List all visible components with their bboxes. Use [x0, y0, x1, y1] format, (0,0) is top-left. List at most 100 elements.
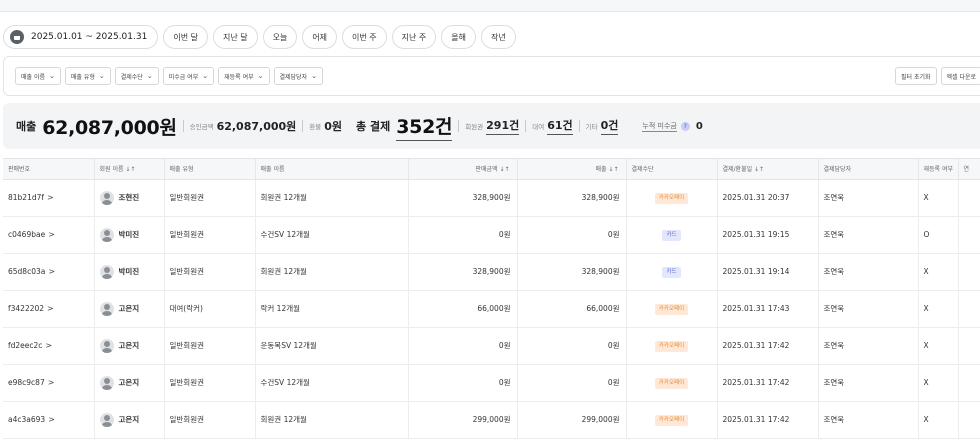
excel-download-button[interactable]: 엑셀 다운로 — [940, 67, 980, 85]
filter-unpaid-dropdown[interactable]: 미수금 여부 ⌄ — [162, 67, 215, 85]
sales-name-cell: 회원권 12개월 — [255, 253, 409, 291]
table-row[interactable]: a4c3a693 > 고은지 일반회원권 회원권 12개월 299,000원 29… — [3, 401, 980, 439]
sale-id-link[interactable]: f3422202 > — [8, 304, 54, 313]
table-row[interactable]: c0469bae > 박미진 일반회원권 수건SV 12개월 0원 0원 카드 2… — [3, 216, 980, 254]
membership-count[interactable]: 291건 — [486, 117, 520, 135]
table-row[interactable]: 65d8c03a > 박미진 일반회원권 회원권 12개월 328,900원 32… — [3, 253, 980, 291]
member-name: 고은지 — [118, 415, 140, 424]
sale-id-cell[interactable]: a4c3a693 > — [3, 401, 95, 439]
chevron-down-icon: ⌄ — [98, 72, 105, 80]
approved-label: 승인금액 — [189, 123, 214, 131]
quick-today-button[interactable]: 오늘 — [262, 25, 298, 49]
quick-last-week-button[interactable]: 지난 주 — [391, 25, 437, 49]
accumulated-unpaid-label[interactable]: 누적 미수금 — [642, 121, 677, 132]
sale-id-cell[interactable]: e98c9c87 > — [3, 364, 95, 402]
filter-sales-name-dropdown[interactable]: 매출 이름 ⌄ — [15, 67, 61, 85]
payment-method-cell: 카카오페이 — [626, 401, 718, 439]
table-row[interactable]: 81b21d7f > 조현진 일반회원권 회원권 12개월 328,900원 32… — [3, 179, 980, 217]
quick-last-month-button[interactable]: 지난 달 — [212, 25, 258, 49]
payment-date-cell: 2025.01.31 17:43 — [717, 290, 819, 328]
chevron-down-icon: ⌄ — [49, 72, 55, 80]
other-count[interactable]: 0건 — [600, 117, 619, 135]
membership-label: 회원권 — [465, 123, 484, 131]
accumulated-unpaid-value: 0 — [695, 120, 703, 132]
quick-last-year-button[interactable]: 작년 — [481, 25, 516, 49]
price-cell: 328,900원 — [408, 179, 518, 217]
payment-date-cell: 2025.01.31 17:42 — [717, 401, 819, 439]
sales-type-cell: 일반회원권 — [164, 401, 256, 439]
staff-cell: 조연욱 — [818, 401, 919, 439]
col-header-sales[interactable]: 매출 ↓↑ — [517, 159, 627, 180]
avatar — [99, 190, 114, 205]
sales-cell: 299,000원 — [517, 401, 627, 439]
sales-cell: 0원 — [517, 327, 627, 365]
sale-id-link[interactable]: fd2eec2c > — [8, 341, 52, 350]
payment-method-cell: 카드 — [626, 216, 718, 254]
payment-date-cell: 2025.01.31 19:14 — [717, 253, 819, 291]
date-range-picker[interactable]: 2025.01.01 ~ 2025.01.31 — [3, 25, 159, 49]
sale-id-link[interactable]: 65d8c03a > — [8, 267, 55, 276]
sale-id: e98c9c87 — [8, 378, 45, 387]
sale-id-cell[interactable]: fd2eec2c > — [3, 327, 95, 365]
chevron-right-icon: > — [47, 304, 54, 313]
divider — [525, 120, 527, 132]
payment-date-cell: 2025.01.31 20:37 — [717, 179, 819, 217]
col-header-member-name[interactable]: 회원 이름 ↓↑ — [94, 159, 165, 180]
sale-id: c0469bae — [8, 230, 46, 239]
quick-this-month-button[interactable]: 이번 달 — [163, 25, 208, 49]
info-icon[interactable]: ? — [680, 121, 690, 131]
extra-cell — [958, 327, 980, 365]
sale-id-link[interactable]: e98c9c87 > — [8, 378, 54, 387]
sale-id-cell[interactable]: 81b21d7f > — [3, 179, 95, 217]
sales-cell: 0원 — [517, 364, 627, 402]
sales-name-cell: 회원권 12개월 — [255, 401, 409, 439]
col-header-staff: 결제담당자 — [818, 159, 919, 180]
sale-id-cell[interactable]: f3422202 > — [3, 290, 95, 328]
divider — [302, 120, 304, 132]
sale-id-link[interactable]: 81b21d7f > — [8, 193, 54, 202]
col-header-price[interactable]: 판매금액 ↓↑ — [408, 159, 518, 180]
chevron-right-icon: > — [47, 378, 55, 387]
price-cell: 66,000원 — [408, 290, 518, 328]
table-row[interactable]: fd2eec2c > 고은지 일반회원권 운동복SV 12개월 0원 0원 카카오… — [3, 327, 980, 365]
filter-staff-dropdown[interactable]: 결제담당자 ⌄ — [273, 67, 323, 85]
filter-label: 매출 이름 — [21, 73, 45, 81]
payment-method-badge: 카카오페이 — [654, 340, 689, 352]
avatar — [99, 412, 114, 427]
refund-label: 환불 — [309, 123, 322, 131]
chevron-down-icon: ⌄ — [311, 72, 317, 80]
refund-value: 0원 — [324, 120, 343, 133]
sales-name-cell: 수건SV 12개월 — [255, 364, 409, 402]
sale-id-cell[interactable]: 65d8c03a > — [3, 253, 95, 291]
table-row[interactable]: f3422202 > 고은지 대여(락커) 락커 12개월 66,000원 66,… — [3, 290, 980, 328]
quick-yesterday-button[interactable]: 어제 — [302, 25, 338, 49]
col-header-payment-date[interactable]: 결제/환불일 ↓↑ — [717, 159, 819, 180]
table-row[interactable]: e98c9c87 > 고은지 일반회원권 수건SV 12개월 0원 0원 카카오페… — [3, 364, 980, 402]
reregister-cell: X — [918, 290, 959, 328]
filter-reregister-dropdown[interactable]: 재등록 여부 ⌄ — [218, 67, 270, 85]
member-cell: 박미진 — [94, 216, 165, 254]
sale-id-link[interactable]: a4c3a693 > — [8, 415, 55, 424]
sale-id: a4c3a693 — [8, 415, 46, 424]
filter-sales-type-dropdown[interactable]: 매출 유형 ⌄ — [64, 67, 111, 85]
chevron-down-icon: ⌄ — [202, 72, 209, 80]
sale-id-cell[interactable]: c0469bae > — [3, 216, 95, 254]
sale-id-link[interactable]: c0469bae > — [8, 230, 55, 239]
payment-method-cell: 카드 — [626, 253, 718, 291]
col-header-extra: 연 — [958, 159, 980, 180]
filter-payment-method-dropdown[interactable]: 결제수단 ⌄ — [114, 67, 159, 85]
reset-filters-button[interactable]: 필터 초기화 — [895, 67, 937, 85]
reregister-cell: X — [918, 364, 959, 402]
quick-this-week-button[interactable]: 이번 주 — [342, 25, 387, 49]
rental-count[interactable]: 61건 — [547, 117, 573, 135]
member-name: 박미진 — [118, 267, 140, 276]
payment-method-badge: 카드 — [662, 266, 681, 278]
sales-name-cell: 락커 12개월 — [255, 290, 409, 328]
avatar — [99, 375, 114, 390]
price-cell: 328,900원 — [408, 253, 518, 291]
sale-id: 65d8c03a — [8, 267, 46, 276]
quick-this-year-button[interactable]: 올해 — [441, 25, 477, 49]
total-payments-value[interactable]: 352건 — [396, 112, 452, 141]
reregister-cell: X — [918, 401, 959, 439]
reregister-cell: X — [918, 179, 959, 217]
